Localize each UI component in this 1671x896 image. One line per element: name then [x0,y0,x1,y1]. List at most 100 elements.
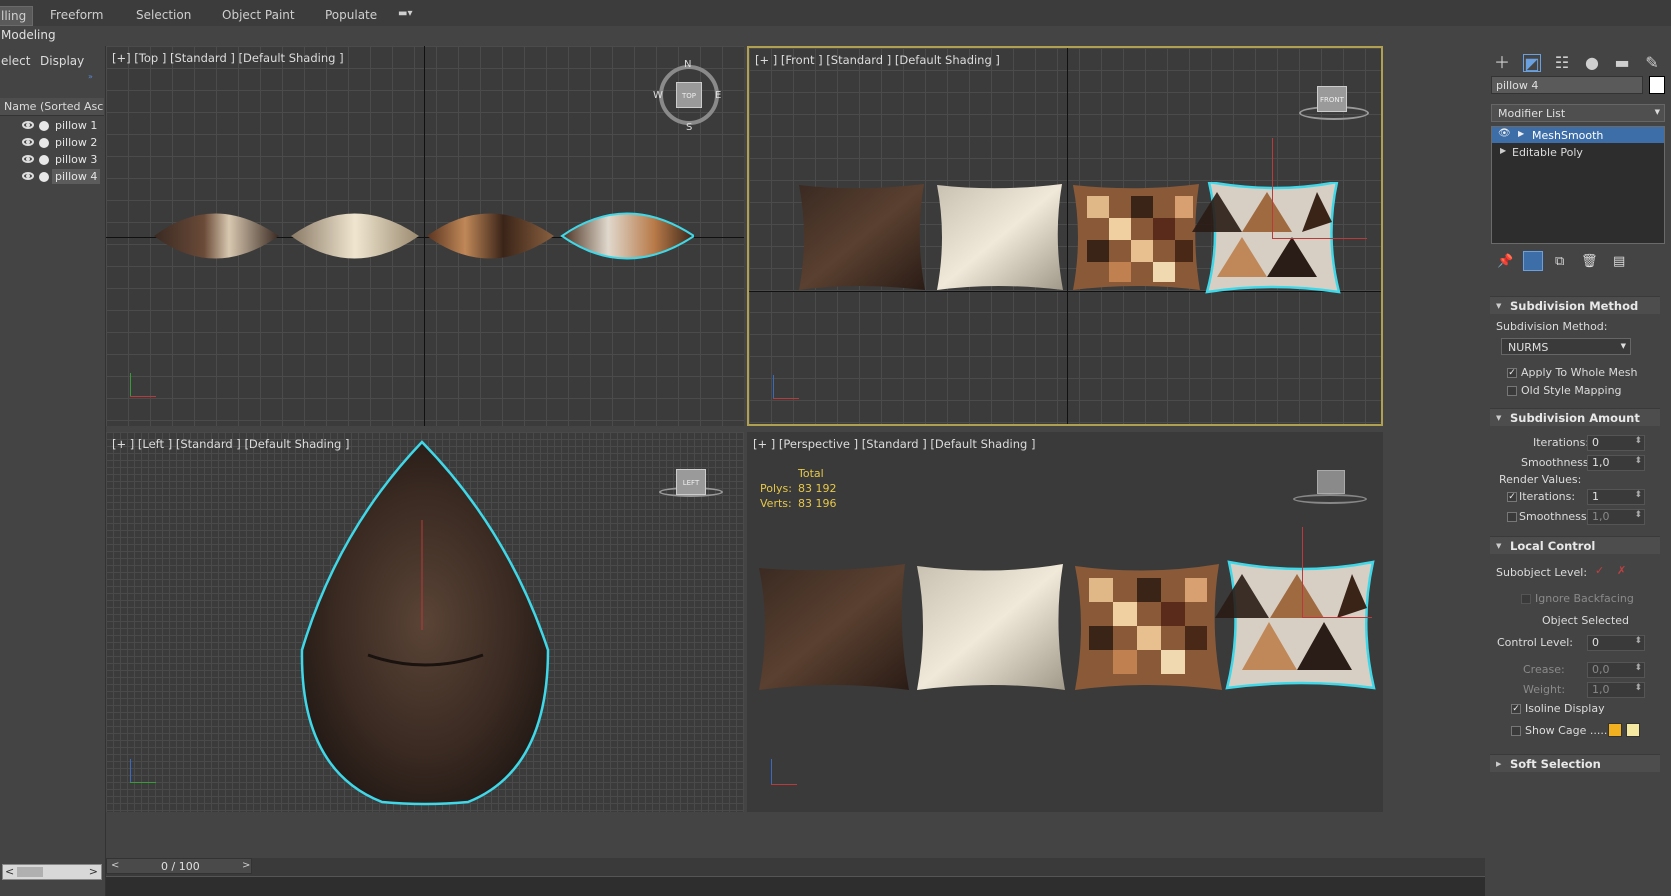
eye-icon[interactable] [22,155,34,163]
time-slider[interactable]: < 0 / 100 > [106,858,252,874]
viewport-label[interactable]: [+] [Top ] [Standard ] [Default Shading … [112,51,344,65]
cage-color-swatch-2[interactable] [1626,723,1640,737]
explorer-menu-select[interactable]: elect [1,54,30,68]
smoothness-spinner[interactable]: 1,0 [1587,455,1645,471]
make-unique-icon[interactable]: ⧉ [1555,254,1564,269]
pillow-2-shape[interactable] [917,564,1065,690]
expand-arrow-icon[interactable]: ▶ [1518,129,1524,138]
rollout-soft-selection[interactable]: Soft Selection [1490,754,1660,773]
track-bar[interactable] [106,876,1485,896]
light-bulb-icon[interactable] [39,172,49,182]
light-bulb-icon[interactable] [39,155,49,165]
control-level-spinner[interactable]: 0 [1587,635,1645,651]
explorer-menu-display[interactable]: Display [40,54,84,68]
pillow-3-shape[interactable] [1073,184,1200,290]
eye-icon[interactable] [22,138,34,146]
light-bulb-icon[interactable] [39,138,49,148]
list-item[interactable]: pillow 3 [0,152,104,169]
modifier-list-dropdown[interactable]: Modifier List [1491,104,1665,122]
object-name-field[interactable]: pillow 4 [1491,76,1643,94]
eye-icon[interactable]: 👁 [1498,128,1511,139]
vertex-level-icon[interactable]: ✓ [1595,564,1604,577]
scroll-right-icon[interactable]: > [89,865,98,878]
render-smoothness-spinner[interactable]: 1,0 [1587,509,1645,525]
pillow-1-shape[interactable] [154,213,279,259]
pillow-4-shape-selected[interactable] [1215,560,1376,690]
render-iterations-spinner[interactable]: 1 [1587,489,1645,505]
pillow-2-shape[interactable] [937,184,1063,290]
transform-gizmo-z[interactable] [1272,138,1273,238]
render-iterations-checkbox[interactable]: ✓ [1507,492,1517,502]
cage-color-swatch-1[interactable] [1608,723,1622,737]
pillow-3-shape[interactable] [427,213,554,259]
viewcube-ring[interactable] [1293,494,1367,504]
modify-tab-icon[interactable]: ◩ [1523,54,1541,73]
transform-gizmo-z[interactable] [1302,527,1303,617]
tab-selection[interactable]: Selection [136,8,191,22]
show-end-result-icon[interactable] [1523,251,1543,271]
pillow-4-side-shape-selected[interactable] [300,440,550,806]
rollout-subdivision-amount[interactable]: Subdivision Amount [1490,408,1660,427]
hierarchy-tab-icon[interactable]: ☷ [1553,54,1571,72]
left-pillow[interactable] [298,440,552,806]
utilities-tab-icon[interactable]: ✎ [1643,54,1661,72]
display-tab-icon[interactable]: ▬ [1613,54,1631,72]
list-item[interactable]: pillow 2 [0,135,104,152]
transform-gizmo-x[interactable] [1302,617,1372,618]
pillow-4-shape-selected[interactable] [560,212,694,260]
scroll-thumb[interactable] [17,867,43,877]
column-header[interactable]: Name (Sorted Ascen [0,98,104,116]
weight-spinner[interactable]: 1,0 [1587,682,1645,698]
stack-item-editable-poly[interactable]: ▶ Editable Poly [1492,144,1664,160]
next-frame-icon[interactable]: > [242,860,250,871]
viewport-label[interactable]: [+ ] [Front ] [Standard ] [Default Shadi… [755,53,1000,67]
pillow-3-shape[interactable] [1075,564,1222,690]
expand-arrow-icon[interactable]: ▶ [1500,146,1506,155]
remove-modifier-icon[interactable]: 🗑 [1581,254,1598,269]
prev-frame-icon[interactable]: < [111,860,119,871]
viewcube[interactable]: FRONT [1317,86,1347,112]
perspective-pillows[interactable] [757,560,1377,694]
subdivision-method-select[interactable]: NURMS [1501,338,1631,355]
apply-whole-mesh-checkbox[interactable]: ✓ [1507,368,1517,378]
motion-tab-icon[interactable]: ● [1583,54,1601,72]
light-bulb-icon[interactable] [39,121,49,131]
object-color-swatch[interactable] [1649,76,1665,94]
crease-spinner[interactable]: 0,0 [1587,662,1645,678]
tab-object-paint[interactable]: Object Paint [222,8,295,22]
render-smoothness-checkbox[interactable] [1507,512,1517,522]
eye-icon[interactable] [22,172,34,180]
viewcube[interactable] [1317,470,1345,494]
viewport-front-active[interactable]: [+ ] [Front ] [Standard ] [Default Shadi… [747,46,1383,426]
pillow-1-shape[interactable] [799,184,925,290]
pin-stack-icon[interactable]: 📌 [1497,254,1513,269]
viewcube[interactable]: TOP [676,82,702,108]
isoline-display-checkbox[interactable]: ✓ [1511,704,1521,714]
expand-icon[interactable]: » [88,72,93,81]
list-item[interactable]: pillow 1 [0,118,104,135]
rollout-local-control[interactable]: Local Control [1490,536,1660,555]
horizontal-scrollbar[interactable]: < > [2,864,102,880]
transform-gizmo-x[interactable] [1272,238,1367,239]
viewport-label[interactable]: [+ ] [Perspective ] [Standard ] [Default… [753,437,1035,451]
iterations-spinner[interactable]: 0 [1587,435,1645,451]
scroll-left-icon[interactable]: < [5,865,14,878]
viewcube[interactable]: LEFT [676,469,706,495]
eye-icon[interactable] [22,121,34,129]
tab-populate[interactable]: Populate [325,8,377,22]
pillow-1-shape[interactable] [759,564,909,690]
show-cage-checkbox[interactable] [1511,726,1521,736]
viewport-top[interactable]: [+] [Top ] [Standard ] [Default Shading … [106,46,744,426]
create-tab-icon[interactable]: ＋ [1493,54,1511,72]
viewport-perspective[interactable]: [+ ] [Perspective ] [Standard ] [Default… [747,432,1383,812]
viewport-left[interactable]: [+ ] [Left ] [Standard ] [Default Shadin… [106,432,744,812]
ribbon-options-icon[interactable]: ▬▾ [398,8,412,19]
configure-sets-icon[interactable]: ▤ [1613,254,1625,269]
tab-freeform[interactable]: Freeform [50,8,103,22]
ignore-backfacing-checkbox[interactable] [1521,594,1531,604]
stack-item-meshsmooth[interactable]: 👁 ▶ MeshSmooth [1492,127,1664,143]
pillow-2-shape[interactable] [291,213,419,259]
tab-modeling[interactable]: lling [0,6,34,26]
rollout-subdivision-method[interactable]: Subdivision Method [1490,296,1660,315]
old-style-mapping-checkbox[interactable] [1507,386,1517,396]
